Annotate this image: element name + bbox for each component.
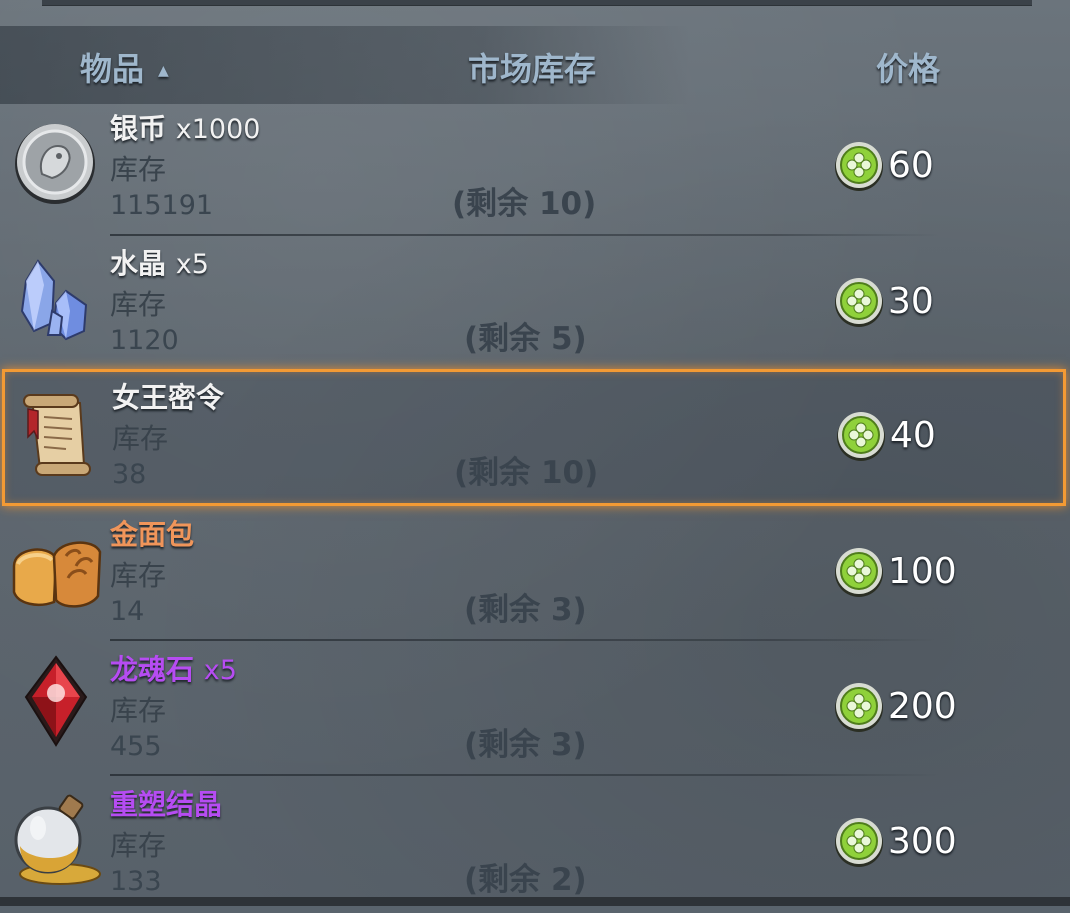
price: 300 xyxy=(832,813,957,869)
stock-label: 库存 xyxy=(110,694,167,727)
bottom-panel-edge xyxy=(0,897,1070,906)
potion-flask-icon xyxy=(8,790,103,885)
table-row-crystal[interactable]: 水晶 x5 库存 1120 (剩余 5) 30 xyxy=(0,237,1070,372)
stock-value: 1120 xyxy=(110,325,179,356)
price: 200 xyxy=(832,678,957,734)
item-name-text: 金面包 xyxy=(110,518,195,551)
price-value: 30 xyxy=(888,280,934,322)
clover-coin-icon xyxy=(835,818,883,867)
crystal-icon xyxy=(8,251,103,346)
row-divider xyxy=(110,774,940,776)
item-quantity: x5 xyxy=(203,655,237,686)
price-value: 200 xyxy=(888,685,957,727)
item-name-text: 水晶 xyxy=(110,247,167,280)
price: 30 xyxy=(832,273,934,329)
stock-value: 115191 xyxy=(110,190,214,221)
item-quantity: x5 xyxy=(175,249,209,280)
sort-ascending-icon: ▲ xyxy=(158,63,169,79)
table-row-silver-coin[interactable]: 银币 x1000 库存 115191 (剩余 10) 60 xyxy=(0,102,1070,237)
item-name-text: 女王密令 xyxy=(112,381,225,414)
table-row-dragon-soul-stone[interactable]: 龙魂石 x5 库存 455 (剩余 3) 200 xyxy=(0,643,1070,778)
price-value: 60 xyxy=(888,144,934,186)
remaining-count: (剩余 3) xyxy=(464,592,587,628)
price-value: 40 xyxy=(890,414,936,456)
remaining-count: (剩余 5) xyxy=(464,321,587,357)
price: 60 xyxy=(832,137,934,193)
item-quantity: x1000 xyxy=(175,114,261,145)
remaining-count: (剩余 10) xyxy=(452,186,597,222)
row-divider xyxy=(110,234,940,236)
header-item-label: 物品 xyxy=(80,50,145,88)
stock-value: 133 xyxy=(110,866,162,897)
price-value: 300 xyxy=(888,820,957,862)
item-name-text: 银币 xyxy=(110,112,167,145)
price-value: 100 xyxy=(888,550,957,592)
price: 100 xyxy=(832,543,957,599)
item-name-text: 重塑结晶 xyxy=(110,788,223,821)
stock-value: 455 xyxy=(110,731,162,762)
stock-label: 库存 xyxy=(110,559,167,592)
item-name: 银币 x1000 xyxy=(110,107,260,147)
clover-coin-icon xyxy=(835,278,883,327)
scroll-icon xyxy=(10,387,105,482)
bread-icon xyxy=(8,526,103,621)
stock-value: 38 xyxy=(112,459,147,490)
top-panel-edge xyxy=(42,0,1032,6)
item-name: 金面包 xyxy=(110,513,194,553)
item-name: 水晶 x5 xyxy=(110,242,209,282)
table-row-golden-bread[interactable]: 金面包 库存 14 (剩余 3) 100 xyxy=(0,508,1070,643)
item-name: 重塑结晶 xyxy=(110,783,222,823)
stock-label: 库存 xyxy=(112,422,169,455)
stock-label: 库存 xyxy=(110,288,167,321)
clover-coin-icon xyxy=(835,683,883,732)
table-row-reshape-crystal[interactable]: 重塑结晶 库存 133 (剩余 2) 300 xyxy=(0,778,1070,913)
price: 40 xyxy=(834,407,936,463)
red-gem-icon xyxy=(8,653,103,748)
item-name-text: 龙魂石 xyxy=(110,653,195,686)
stock-label: 库存 xyxy=(110,153,167,186)
header-item-column[interactable]: 物品 ▲ xyxy=(80,44,169,94)
table-row-queen-order[interactable]: 女王密令 库存 38 (剩余 10) 40 xyxy=(2,371,1068,506)
remaining-count: (剩余 2) xyxy=(464,862,587,898)
clover-coin-icon xyxy=(835,142,883,191)
clover-coin-icon xyxy=(835,548,883,597)
clover-coin-icon xyxy=(837,412,885,461)
remaining-count: (剩余 10) xyxy=(454,455,599,491)
stock-label: 库存 xyxy=(110,829,167,862)
item-name: 龙魂石 x5 xyxy=(110,648,237,688)
stock-value: 14 xyxy=(110,596,145,627)
header-price-column[interactable]: 价格 xyxy=(876,44,940,94)
row-divider xyxy=(110,639,940,641)
header-stock-column[interactable]: 市场库存 xyxy=(468,44,596,94)
remaining-count: (剩余 3) xyxy=(464,727,587,763)
silver-coin-icon xyxy=(8,116,103,211)
item-name: 女王密令 xyxy=(112,376,224,416)
